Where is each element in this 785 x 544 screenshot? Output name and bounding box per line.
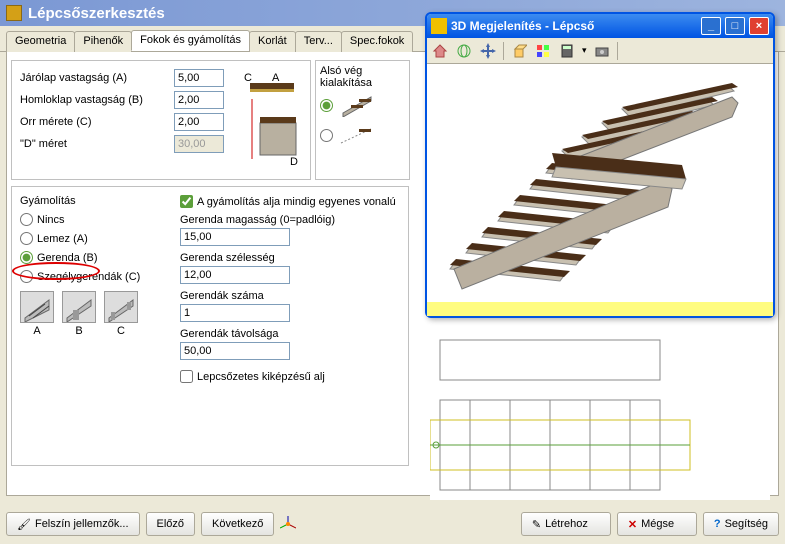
beam-width-input[interactable] xyxy=(180,266,290,284)
stair-type-c-label: C xyxy=(104,325,138,337)
stair-type-b-icon xyxy=(62,291,96,323)
end-option2-icon xyxy=(337,123,377,147)
stair-type-c[interactable]: C xyxy=(104,291,138,337)
create-button-label: Létrehoz xyxy=(545,518,588,530)
stairs-3d-render xyxy=(432,69,768,297)
maximize-button[interactable]: □ xyxy=(725,17,745,35)
svg-text:A: A xyxy=(272,72,280,84)
viewer-app-icon xyxy=(431,18,447,34)
d-size-input xyxy=(174,135,224,153)
nose-size-input[interactable] xyxy=(174,113,224,131)
straight-bottom-label: A gyámolítás alja mindig egyenes vonalú xyxy=(197,196,396,208)
stepped-label: Lepcsőzetes kiképzésű alj xyxy=(197,371,325,383)
tab-specfokok[interactable]: Spec.fokok xyxy=(341,31,413,52)
dropdown-arrow-icon[interactable]: ▾ xyxy=(582,45,587,56)
end-option1-icon xyxy=(337,93,377,117)
home-icon[interactable] xyxy=(431,42,449,60)
plan-area xyxy=(430,320,770,500)
help-icon: ? xyxy=(714,518,721,530)
stepped-checkbox[interactable] xyxy=(180,370,193,383)
beam-height-label: Gerenda magasság (0=padlóig) xyxy=(180,214,400,226)
riser-thickness-label: Homloklap vastagság (B) xyxy=(20,94,170,106)
app-icon xyxy=(6,5,22,21)
straight-bottom-checkbox[interactable] xyxy=(180,195,193,208)
support-panel: Gyámolítás Nincs Lemez (A) Gerenda (B) S… xyxy=(11,186,409,466)
stair-type-c-icon xyxy=(104,291,138,323)
tab-korlat[interactable]: Korlát xyxy=(249,31,296,52)
tread-panel: Járólap vastagság (A) Homloklap vastagsá… xyxy=(11,60,311,180)
globe-icon[interactable] xyxy=(455,42,473,60)
stair-type-a-icon xyxy=(20,291,54,323)
support-szegely-radio[interactable] xyxy=(20,270,33,283)
tread-diagram: C A D xyxy=(242,69,302,169)
calculator-icon[interactable] xyxy=(558,42,576,60)
riser-thickness-input[interactable] xyxy=(174,91,224,109)
minimize-button[interactable]: _ xyxy=(701,17,721,35)
end-option2-radio[interactable] xyxy=(320,129,333,142)
stair-type-b[interactable]: B xyxy=(62,291,96,337)
support-nincs-label: Nincs xyxy=(37,214,65,226)
viewer-window[interactable]: 3D Megjelenítés - Lépcső _ □ × ▾ xyxy=(425,12,775,318)
end-option1-radio[interactable] xyxy=(320,99,333,112)
stair-type-a-label: A xyxy=(20,325,54,337)
end-title1: Alsó vég xyxy=(320,65,405,77)
tread-thickness-input[interactable] xyxy=(174,69,224,87)
tread-thickness-label: Járólap vastagság (A) xyxy=(20,72,170,84)
d-size-label: "D" méret xyxy=(20,138,170,150)
prev-button[interactable]: Előző xyxy=(146,512,196,536)
end-panel: Alsó vég kialakítása xyxy=(315,60,410,180)
support-lemez-radio[interactable] xyxy=(20,232,33,245)
camera-icon[interactable] xyxy=(593,42,611,60)
help-button[interactable]: ? Segítség xyxy=(703,512,779,536)
support-gerenda-radio[interactable] xyxy=(20,251,33,264)
svg-text:C: C xyxy=(244,72,252,84)
beam-width-label: Gerenda szélesség xyxy=(180,252,400,264)
brush-icon: 🖌 xyxy=(17,518,31,531)
beam-count-label: Gerendák száma xyxy=(180,290,400,302)
surface-button[interactable]: 🖌 Felszín jellemzők... xyxy=(6,512,140,536)
color-icon[interactable] xyxy=(534,42,552,60)
bottom-buttons: 🖌 Felszín jellemzők... Előző Következő ✎… xyxy=(6,510,779,538)
axis-icon xyxy=(280,516,296,532)
close-button[interactable]: × xyxy=(749,17,769,35)
support-szegely-label: Szegélygerendák (C) xyxy=(37,271,140,283)
stair-types: A B C xyxy=(20,291,170,337)
beam-distance-label: Gerendák távolsága xyxy=(180,328,400,340)
next-button[interactable]: Következő xyxy=(201,512,274,536)
move-icon[interactable] xyxy=(479,42,497,60)
svg-text:D: D xyxy=(290,156,298,168)
viewer-title: 3D Megjelenítés - Lépcső xyxy=(451,19,697,33)
viewer-titlebar[interactable]: 3D Megjelenítés - Lépcső _ □ × xyxy=(427,14,773,38)
beam-distance-input[interactable] xyxy=(180,342,290,360)
viewer-toolbar: ▾ xyxy=(427,38,773,64)
tab-fokok[interactable]: Fokok és gyámolítás xyxy=(131,30,250,51)
tab-terv[interactable]: Terv... xyxy=(295,31,342,52)
close-icon: ✕ xyxy=(628,518,637,531)
support-gerenda-label: Gerenda (B) xyxy=(37,252,98,264)
cancel-button-label: Mégse xyxy=(641,518,674,530)
tab-pihenok[interactable]: Pihenők xyxy=(74,31,132,52)
create-button[interactable]: ✎ Létrehoz xyxy=(521,512,611,536)
tab-geometria[interactable]: Geometria xyxy=(6,31,75,52)
stair-type-b-label: B xyxy=(62,325,96,337)
beam-height-input[interactable] xyxy=(180,228,290,246)
support-title: Gyámolítás xyxy=(20,195,170,207)
support-nincs-radio[interactable] xyxy=(20,213,33,226)
end-title2: kialakítása xyxy=(320,77,405,89)
viewer-3d-area[interactable] xyxy=(427,64,773,302)
cancel-button[interactable]: ✕ Mégse xyxy=(617,512,697,536)
nose-size-label: Orr mérete (C) xyxy=(20,116,170,128)
support-lemez-label: Lemez (A) xyxy=(37,233,88,245)
help-button-label: Segítség xyxy=(725,518,768,530)
beam-count-input[interactable] xyxy=(180,304,290,322)
cube-icon[interactable] xyxy=(510,42,528,60)
separator xyxy=(503,42,504,60)
separator2 xyxy=(617,42,618,60)
surface-button-label: Felszín jellemzők... xyxy=(35,518,129,530)
stair-type-a[interactable]: A xyxy=(20,291,54,337)
pencil-icon: ✎ xyxy=(532,518,541,531)
main-title: Lépcsőszerkesztés xyxy=(28,5,165,22)
viewer-statusbar xyxy=(427,302,773,316)
